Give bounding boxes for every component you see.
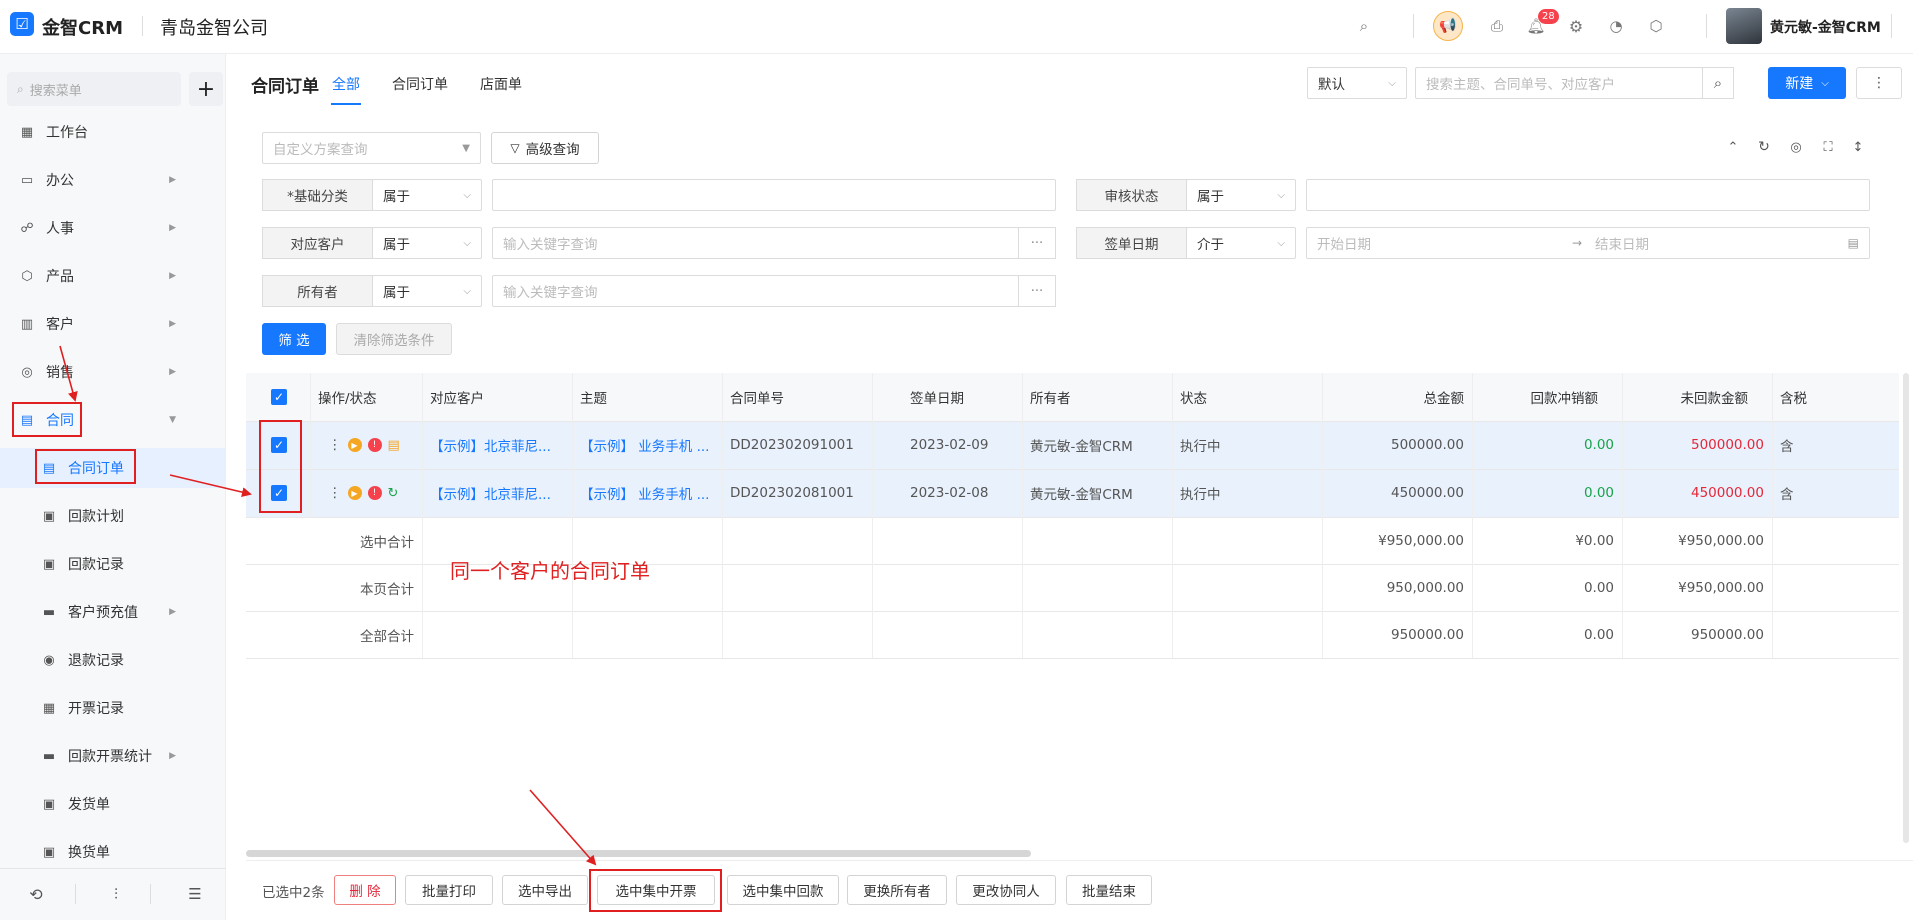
arrow-to-invoice-button	[529, 789, 597, 866]
arrow-to-contract	[59, 345, 78, 402]
annotation-arrows	[59, 345, 597, 866]
arrow-to-checkboxes	[169, 474, 252, 498]
